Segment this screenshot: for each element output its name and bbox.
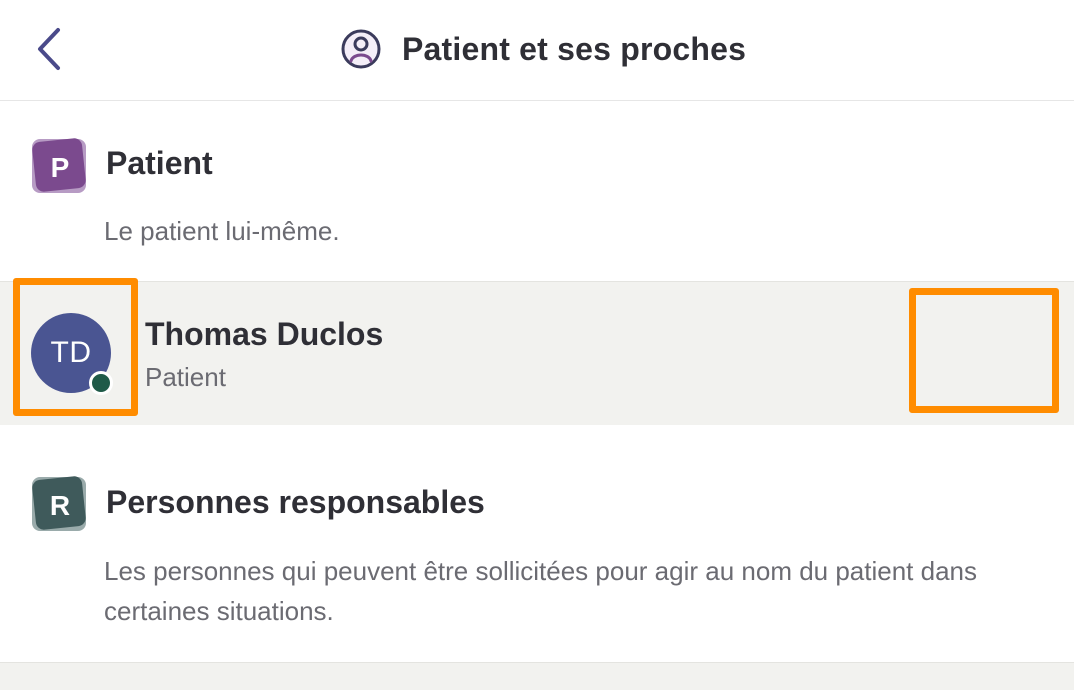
top-bar: Patient et ses proches xyxy=(0,0,1074,101)
patient-badge-letter: P xyxy=(51,152,70,183)
responsables-section-description: Les personnes qui peuvent être sollicité… xyxy=(104,556,978,626)
patient-section-description: Le patient lui-même. xyxy=(104,216,340,246)
avatar-highlight xyxy=(13,278,138,416)
page-title: Patient et ses proches xyxy=(402,30,747,67)
patient-role: Patient xyxy=(145,362,226,392)
next-section-divider xyxy=(0,662,1074,690)
responsables-section-title: Personnes responsables xyxy=(106,484,485,520)
back-button[interactable] xyxy=(30,24,70,74)
responsables-section: R Personnes responsables Les personnes q… xyxy=(0,425,1074,662)
patient-badge-icon: P xyxy=(32,138,86,193)
patient-name: Thomas Duclos xyxy=(145,316,384,352)
responsables-badge-letter: R xyxy=(50,490,70,521)
action-area-highlight[interactable] xyxy=(909,288,1059,413)
page-title-group: Patient et ses proches xyxy=(340,26,746,72)
person-circle-icon xyxy=(341,29,381,69)
patient-section-title: Patient xyxy=(106,145,213,181)
patient-section: P Patient Le patient lui-même. xyxy=(0,101,1074,281)
responsables-badge-icon: R xyxy=(32,476,86,531)
chevron-left-icon xyxy=(38,28,60,70)
